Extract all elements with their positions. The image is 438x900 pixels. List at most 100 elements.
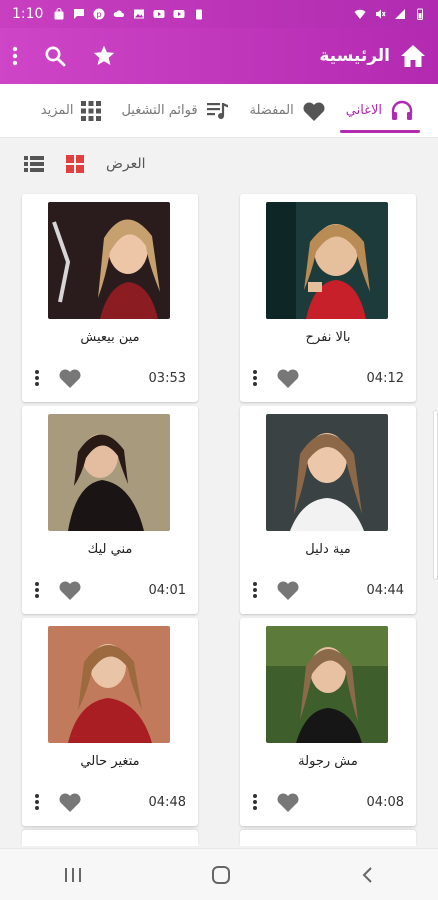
more-vert-icon [12,46,18,66]
status-bar: 1:10 p [0,0,438,28]
song-title: مين بيعيش [80,330,140,345]
pinterest-icon: p [93,8,105,20]
song-cover-image [266,626,388,743]
grid-view-icon [66,155,84,173]
more-vert-icon [253,794,257,810]
heart-icon [303,101,325,121]
notification-icons: p [53,8,205,20]
overflow-menu-button[interactable] [12,46,18,66]
tab-favorites[interactable]: المفضلة [240,84,336,137]
song-duration: 03:53 [148,370,186,386]
scroll-indicator[interactable] [433,410,438,580]
home-nav-button[interactable] [211,865,231,885]
home-icon [401,45,425,67]
home-button[interactable] [400,44,426,68]
song-card[interactable]: مني ليك 04:01 [22,406,198,614]
playlist-icon [206,102,228,119]
search-icon [45,46,66,67]
song-duration: 04:48 [148,794,186,810]
tab-songs-label: الاغاني [345,103,382,118]
tab-favorites-label: المفضلة [249,103,294,118]
tab-more-label: المزيد [40,103,74,118]
song-title: مني ليك [87,542,133,557]
image-icon [134,9,145,19]
favorite-button[interactable] [58,579,82,601]
song-options-button[interactable] [34,581,40,599]
more-vert-icon [35,582,39,598]
tab-songs[interactable]: الاغاني [336,84,424,137]
song-duration: 04:01 [148,582,186,598]
heart-icon [59,369,81,388]
favorite-button[interactable] [276,367,300,389]
tab-playlists[interactable]: قوائم التشغيل [111,84,239,137]
song-options-button[interactable] [252,793,258,811]
system-icons [354,8,426,20]
tab-playlists-label: قوائم التشغيل [121,103,198,118]
view-label: العرض [106,156,146,172]
youtube-icon [173,10,185,18]
heart-icon [277,369,299,388]
page-title: الرئيسية [319,46,390,66]
song-cover-image [48,202,170,319]
cloud-icon [114,10,125,17]
song-title: مش رجولة [298,754,358,769]
more-vert-icon [35,370,39,386]
song-card[interactable]: مين بيعيش 03:53 [22,194,198,402]
list-view-button[interactable] [24,156,44,172]
more-vert-icon [253,370,257,386]
recent-apps-button[interactable] [64,867,82,883]
song-card-partial[interactable] [240,830,416,846]
favorite-star-button[interactable] [92,44,116,68]
song-card-partial[interactable] [22,830,198,846]
svg-text:p: p [97,10,102,19]
search-button[interactable] [44,45,66,67]
recent-apps-icon [65,867,82,882]
grid-view-button[interactable] [66,155,84,173]
shopping-bag-icon [54,8,64,20]
song-cover-image [48,626,170,743]
song-cover-image [266,414,388,531]
headphones-icon [391,100,413,120]
heart-icon [277,581,299,600]
song-options-button[interactable] [34,369,40,387]
favorite-button[interactable] [276,791,300,813]
song-options-button[interactable] [252,369,258,387]
signal-icon [395,9,405,19]
favorite-button[interactable] [276,579,300,601]
song-duration: 04:44 [366,582,404,598]
home-circle-icon [211,865,230,884]
mute-icon [376,9,386,19]
song-cover-image [266,202,388,319]
message-icon [74,9,85,19]
song-title: متغير حالي [80,754,140,769]
song-card[interactable]: متغير حالي 04:48 [22,618,198,826]
song-card[interactable]: مية دليل 04:44 [240,406,416,614]
youtube-icon [153,10,165,18]
song-duration: 04:12 [366,370,404,386]
song-title: مية دليل [305,542,351,557]
song-cover-image [48,414,170,531]
song-options-button[interactable] [34,793,40,811]
song-options-button[interactable] [252,581,258,599]
view-toggle-row: العرض [0,138,438,190]
heart-icon [59,581,81,600]
song-card[interactable]: بالا نفرح 04:12 [240,194,416,402]
favorite-button[interactable] [58,367,82,389]
apps-grid-icon [81,100,102,121]
more-vert-icon [35,794,39,810]
app-bar: الرئيسية [0,28,438,84]
star-icon [93,45,115,65]
list-view-icon [24,156,44,172]
favorite-button[interactable] [58,791,82,813]
heart-icon [59,793,81,812]
status-time: 1:10 [12,6,44,22]
battery-saver-icon [196,9,203,20]
song-card[interactable]: مش رجولة 04:08 [240,618,416,826]
wifi-icon [354,9,366,19]
back-arrow-icon [362,866,372,883]
heart-icon [277,793,299,812]
system-navigation-bar [0,848,438,900]
tab-more[interactable]: المزيد [31,84,112,137]
more-vert-icon [253,582,257,598]
back-button[interactable] [360,866,374,884]
